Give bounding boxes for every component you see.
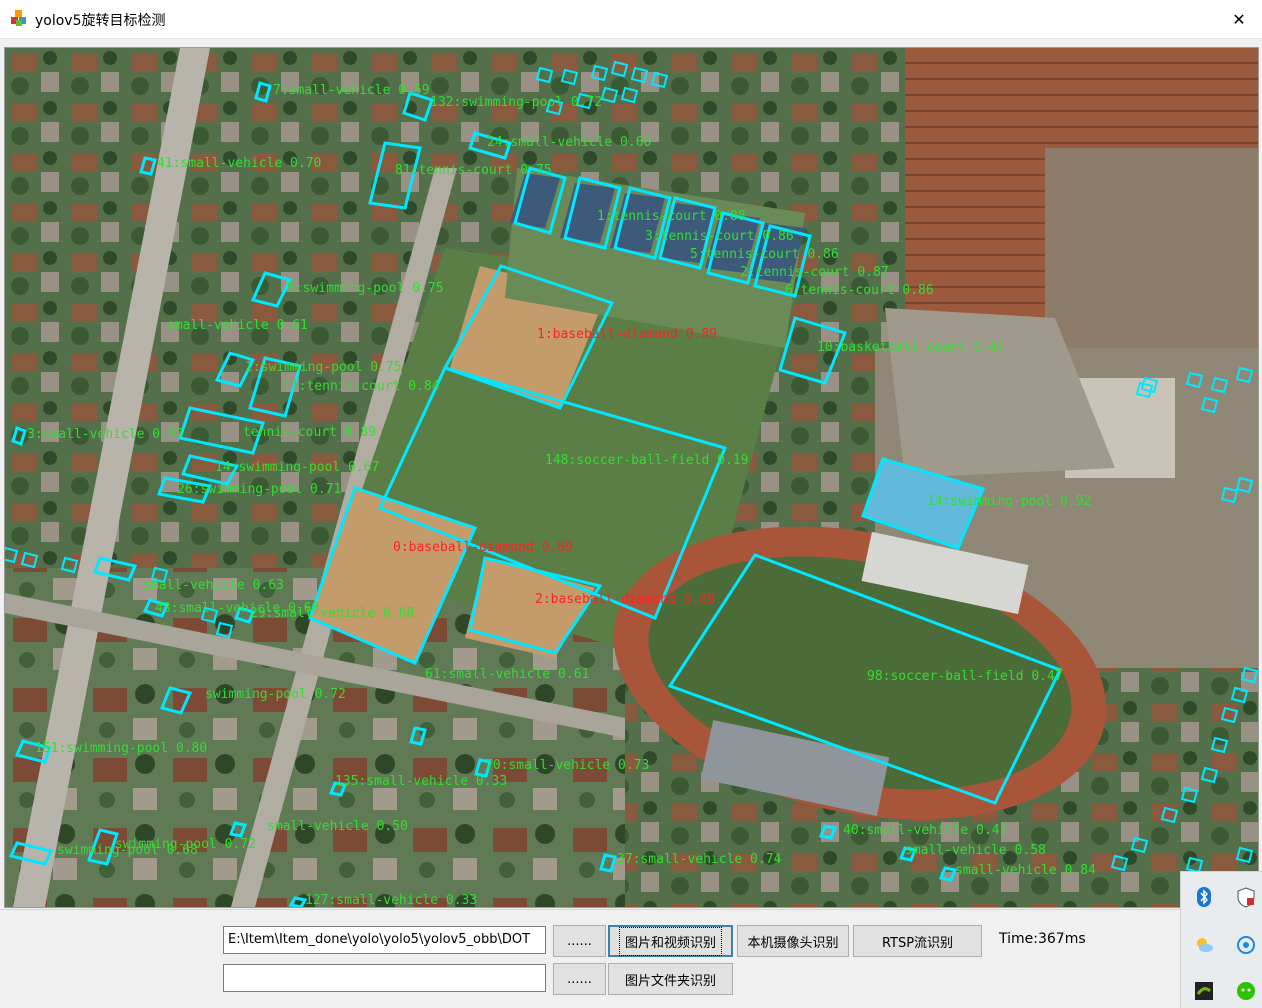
network-app-icon[interactable] — [1235, 934, 1257, 956]
file-path-input[interactable]: E:\Item\Item_done\yolo\yolo5\yolov5_obb\… — [223, 926, 546, 954]
detection-label: small-vehicle 0.58 — [905, 843, 1046, 858]
detection-label: 14:swimming-pool 0.67 — [215, 460, 379, 475]
close-button[interactable]: ✕ — [1216, 0, 1262, 38]
detection-label: 132:swimming-pool 0.72 — [430, 95, 602, 110]
browse-file-button[interactable]: ...... — [553, 925, 606, 957]
detection-label: 70:small-vehicle 0.73 — [485, 758, 649, 773]
detection-label: 3:small-vehicle 0.57 — [27, 427, 184, 442]
detection-label: small-vehicle 0.61 — [167, 318, 308, 333]
folder-path-input[interactable] — [223, 964, 546, 992]
detection-label: small-vehicle 0.63 — [143, 578, 284, 593]
detection-label: swimming-pool 0.68 — [57, 843, 198, 858]
detection-label: 14:swimming-pool 0.92 — [927, 494, 1091, 509]
folder-detect-button[interactable]: 图片文件夹识别 — [608, 963, 733, 995]
detection-label: 37:small-vehicle 0.74 — [617, 852, 782, 867]
system-tray-popup — [1180, 871, 1262, 1008]
detection-label: 98:soccer-ball-field 0.47 — [867, 669, 1063, 684]
rtsp-detect-button[interactable]: RTSP流识别 — [853, 925, 982, 957]
detection-label: 5:tennis-court 0.86 — [690, 247, 839, 262]
detection-label: 1:baseball-diamond 0.89 — [537, 327, 717, 342]
detection-label: 1:tennis-court 0.88 — [597, 209, 746, 224]
detection-label: small-vehicle 0.84 — [955, 863, 1096, 878]
detection-label: small-vehicle 0.50 — [267, 819, 408, 834]
image-video-detect-label: 图片和视频识别 — [618, 926, 722, 956]
detection-label: 81:tennis-court 0.75 — [395, 163, 552, 178]
colored-cubes-icon — [11, 10, 26, 26]
detection-label: 7:small-vehicle 0.59 — [273, 83, 430, 98]
panel-separator — [0, 909, 1262, 910]
weather-icon[interactable] — [1193, 934, 1215, 956]
detection-image-view: 7:small-vehicle 0.59 132:swimming-pool 0.… — [4, 47, 1259, 908]
image-video-detect-button[interactable]: 图片和视频识别 — [608, 925, 733, 957]
detection-label: 127:small-vehicle 0.33 — [305, 893, 477, 907]
detection-label: 151:swimming-pool 0.80 — [35, 741, 207, 756]
detection-label: 6:tennis-court 0.86 — [785, 283, 934, 298]
detection-label: 26:swimming-pool 0.71 — [177, 482, 341, 497]
detection-label: 24:small-vehicle 0.60 — [487, 135, 651, 150]
detection-label: 29:small-vehicle 0.68 — [250, 606, 414, 621]
security-shield-icon[interactable] — [1235, 886, 1257, 908]
camera-detect-button[interactable]: 本机摄像头识别 — [737, 925, 849, 957]
detection-label: 1:swimming-pool 0.75 — [245, 360, 402, 375]
detection-label: 0:baseball-diamond 0.89 — [393, 540, 573, 555]
title-bar: yolov5旋转目标检测 ✕ — [0, 0, 1262, 39]
bluetooth-icon[interactable] — [1193, 886, 1215, 908]
inference-time-label: Time:367ms — [999, 931, 1086, 947]
detection-label: 41:small-vehicle 0.70 — [157, 156, 321, 171]
window-title: yolov5旋转目标检测 — [35, 13, 166, 29]
aerial-image: 7:small-vehicle 0.59132:swimming-pool 0.… — [5, 48, 1258, 907]
detection-label: 11:tennis-court 0.84 — [283, 379, 440, 394]
detection-label: 2:tennis-court 0.87 — [740, 265, 889, 280]
browse-folder-button[interactable]: ...... — [553, 963, 606, 995]
detection-label: 135:small-vehicle 0.33 — [335, 774, 507, 789]
detection-label: tennis-court 0.89 — [243, 425, 376, 440]
detection-label: 2:baseball-diamond 0.89 — [535, 592, 715, 607]
detection-label: 61:small-vehicle 0.61 — [425, 667, 589, 682]
detection-label: 148:soccer-ball-field 0.19 — [545, 453, 749, 468]
detection-label: swimming-pool 0.72 — [205, 687, 346, 702]
detection-label: 5:swimming-pool 0.75 — [287, 281, 444, 296]
wechat-icon[interactable] — [1235, 980, 1257, 1002]
detection-label: 40:small-vehicle 0.41 — [843, 823, 1007, 838]
close-icon: ✕ — [1232, 9, 1246, 29]
detection-label: 10:basketball-court 0.47 — [817, 340, 1005, 355]
detection-label: 3:tennis-court 0.86 — [645, 229, 794, 244]
nvidia-icon[interactable] — [1193, 980, 1215, 1002]
